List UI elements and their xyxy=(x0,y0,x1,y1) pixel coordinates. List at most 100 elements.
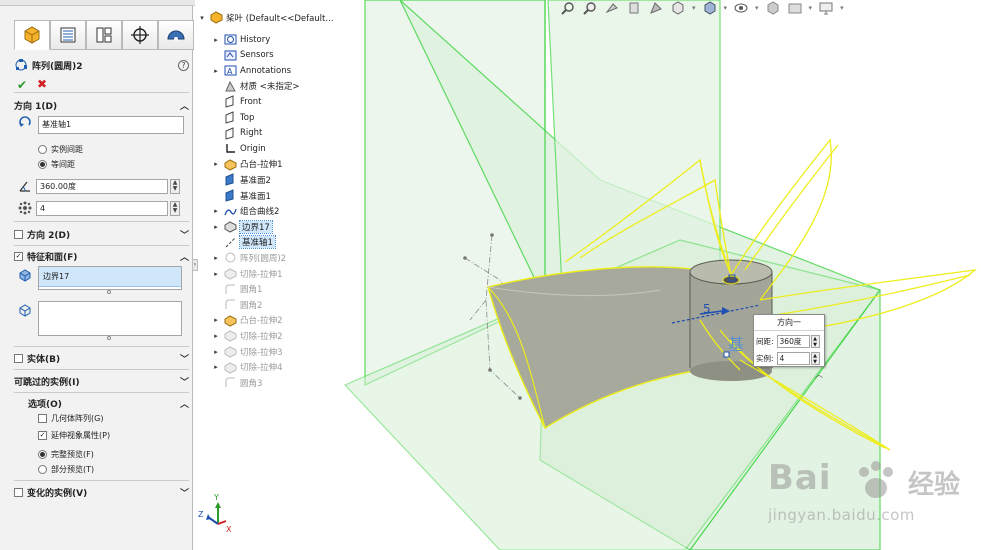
tree-item[interactable]: 基准面1 xyxy=(209,188,271,203)
angle-field[interactable]: 360.00度 xyxy=(36,179,168,194)
partial-preview-option[interactable]: 部分预览(T) xyxy=(38,464,94,475)
geometry-pattern-option[interactable]: 几何体阵列(G) xyxy=(38,413,103,424)
hide-show-icon[interactable] xyxy=(733,1,749,15)
features-to-pattern-list[interactable]: 边界17 xyxy=(38,266,182,290)
list-item[interactable]: 边界17 xyxy=(39,267,181,287)
ok-button[interactable]: ✔ xyxy=(17,78,27,92)
list-resize-handle[interactable] xyxy=(107,290,111,294)
tree-item[interactable]: Origin xyxy=(209,141,266,156)
dimxpert-manager-tab[interactable] xyxy=(122,20,158,50)
direction1-header[interactable]: 方向 1(D) ︿ xyxy=(14,98,189,112)
expand-arrow-icon[interactable]: ▸ xyxy=(209,270,223,278)
pattern-axis-field[interactable]: 基准轴1 xyxy=(38,116,184,134)
popup-count-field[interactable]: 4 xyxy=(776,352,810,365)
popup-count-spinner[interactable]: ▲ ▼ xyxy=(810,352,820,365)
expand-arrow-icon[interactable]: ▸ xyxy=(209,207,223,215)
tree-root[interactable]: ▾ 桨叶 (Default<<Default... xyxy=(195,10,333,25)
expand-arrow-icon[interactable]: ▸ xyxy=(209,363,223,371)
expand-chevron-icon[interactable]: ﹀ xyxy=(180,375,189,388)
solid-bodies-checkbox[interactable] xyxy=(14,353,23,363)
tree-item[interactable]: ▸ 阵列(圆周)2 xyxy=(209,250,286,265)
feature-manager-tab[interactable] xyxy=(14,20,50,50)
dynamic-annotation-icon[interactable] xyxy=(648,1,664,15)
tree-item[interactable]: 材质 <未指定> xyxy=(209,79,299,94)
tree-item[interactable]: ▸ 组合曲线2 xyxy=(209,204,279,219)
tree-item[interactable]: Top xyxy=(209,110,254,125)
dropdown-caret-icon[interactable]: ▾ xyxy=(840,4,844,12)
display-manager-tab[interactable] xyxy=(158,20,194,50)
section-view-icon[interactable] xyxy=(626,1,642,15)
geometry-pattern-checkbox[interactable] xyxy=(38,414,47,423)
reference-triad[interactable]: Y Z X xyxy=(196,490,236,535)
expand-chevron-icon[interactable]: ﹀ xyxy=(180,228,189,241)
tree-item[interactable]: ▸ History xyxy=(209,32,270,47)
zoom-area-icon[interactable] xyxy=(582,1,598,15)
tree-item[interactable]: ▸ 切除-拉伸1 xyxy=(209,266,282,281)
tree-item[interactable]: 圆角2 xyxy=(209,297,262,312)
expand-arrow-icon[interactable]: ▸ xyxy=(209,160,223,168)
list-resize-handle[interactable] xyxy=(107,336,111,340)
tree-item[interactable]: 基准轴1 xyxy=(209,235,276,250)
angle-spinner[interactable]: ▲ ▼ xyxy=(170,179,180,194)
tree-item[interactable]: Front xyxy=(209,94,262,109)
expand-arrow-icon[interactable]: ▸ xyxy=(209,36,223,44)
expand-chevron-icon[interactable]: ﹀ xyxy=(180,352,189,365)
propagate-visual-checkbox[interactable]: ✓ xyxy=(38,431,47,440)
tree-item[interactable]: ▸ 凸台-拉伸1 xyxy=(209,157,282,172)
solid-bodies-header[interactable]: 实体(B) ﹀ xyxy=(14,351,189,365)
popup-collapse-chevron-icon[interactable]: ︿ xyxy=(815,369,823,380)
full-preview-radio[interactable] xyxy=(38,450,47,459)
expand-arrow-icon[interactable]: ▸ xyxy=(209,348,223,356)
equal-spacing-option[interactable]: 等间距 xyxy=(38,159,75,170)
edit-appearance-icon[interactable] xyxy=(765,1,781,15)
tree-item[interactable]: ▸ 切除-拉伸4 xyxy=(209,360,282,375)
view-orientation-icon[interactable] xyxy=(670,1,686,15)
direction2-checkbox[interactable] xyxy=(14,229,23,239)
tree-flyout-toggle[interactable]: › xyxy=(192,259,198,271)
tree-item[interactable]: ▸ 边界17 xyxy=(209,219,273,234)
expand-arrow-icon[interactable]: ▸ xyxy=(209,332,223,340)
expand-arrow-icon[interactable]: ▸ xyxy=(209,67,223,75)
direction2-header[interactable]: 方向 2(D) ﹀ xyxy=(14,227,189,241)
full-preview-option[interactable]: 完整预览(F) xyxy=(38,449,94,460)
apply-scene-icon[interactable] xyxy=(787,1,803,15)
help-icon[interactable]: ? xyxy=(178,59,189,71)
varying-instances-checkbox[interactable] xyxy=(14,487,23,497)
partial-preview-radio[interactable] xyxy=(38,465,47,474)
count-spinner[interactable]: ▲ ▼ xyxy=(170,201,180,216)
tree-item[interactable]: 圆角1 xyxy=(209,282,262,297)
features-faces-checkbox[interactable]: ✓ xyxy=(14,251,23,261)
options-header[interactable]: 选项(O) ︿ xyxy=(28,396,189,410)
tree-item[interactable]: ▸ 切除-拉伸2 xyxy=(209,328,282,343)
collapse-chevron-icon[interactable]: ︿ xyxy=(180,99,189,112)
tree-item[interactable]: ▸ 切除-拉伸3 xyxy=(209,344,282,359)
features-faces-header[interactable]: ✓ 特征和面(F) ︿ xyxy=(14,249,189,263)
expand-chevron-icon[interactable]: ﹀ xyxy=(180,486,189,499)
cancel-button[interactable]: ✖ xyxy=(37,77,47,91)
rotate-axis-icon[interactable] xyxy=(18,116,32,130)
instances-to-skip-header[interactable]: 可跳过的实例(I) ﹀ xyxy=(14,374,189,388)
instance-spacing-radio[interactable] xyxy=(38,145,47,154)
expand-arrow-icon[interactable]: ▸ xyxy=(209,254,223,262)
view-settings-icon[interactable] xyxy=(818,1,834,15)
instance-count-field[interactable]: 4 xyxy=(36,201,168,216)
dropdown-caret-icon[interactable]: ▾ xyxy=(724,4,728,12)
expand-arrow-icon[interactable]: ▸ xyxy=(209,223,223,231)
tree-item[interactable]: ▸ A Annotations xyxy=(209,63,291,78)
expand-arrow-icon[interactable]: ▸ xyxy=(209,316,223,324)
property-manager-tab[interactable] xyxy=(50,20,86,50)
previous-view-icon[interactable] xyxy=(604,1,620,15)
tree-item[interactable]: ▸ 凸台-拉伸2 xyxy=(209,313,282,328)
tree-item[interactable]: 圆角3 xyxy=(209,375,262,390)
zoom-to-fit-icon[interactable] xyxy=(560,1,576,15)
tree-item[interactable]: 基准面2 xyxy=(209,172,271,187)
dropdown-caret-icon[interactable]: ▾ xyxy=(755,4,759,12)
popup-spacing-field[interactable]: 360度 xyxy=(776,335,810,348)
dropdown-caret-icon[interactable]: ▾ xyxy=(692,4,696,12)
configuration-manager-tab[interactable] xyxy=(86,20,122,50)
varying-instances-header[interactable]: 变化的实例(V) ﹀ xyxy=(14,485,189,499)
collapse-arrow-icon[interactable]: ▾ xyxy=(195,14,209,22)
collapse-chevron-icon[interactable]: ︿ xyxy=(180,397,189,410)
tree-item[interactable]: Sensors xyxy=(209,48,274,63)
instance-spacing-option[interactable]: 实例间距 xyxy=(38,144,83,155)
